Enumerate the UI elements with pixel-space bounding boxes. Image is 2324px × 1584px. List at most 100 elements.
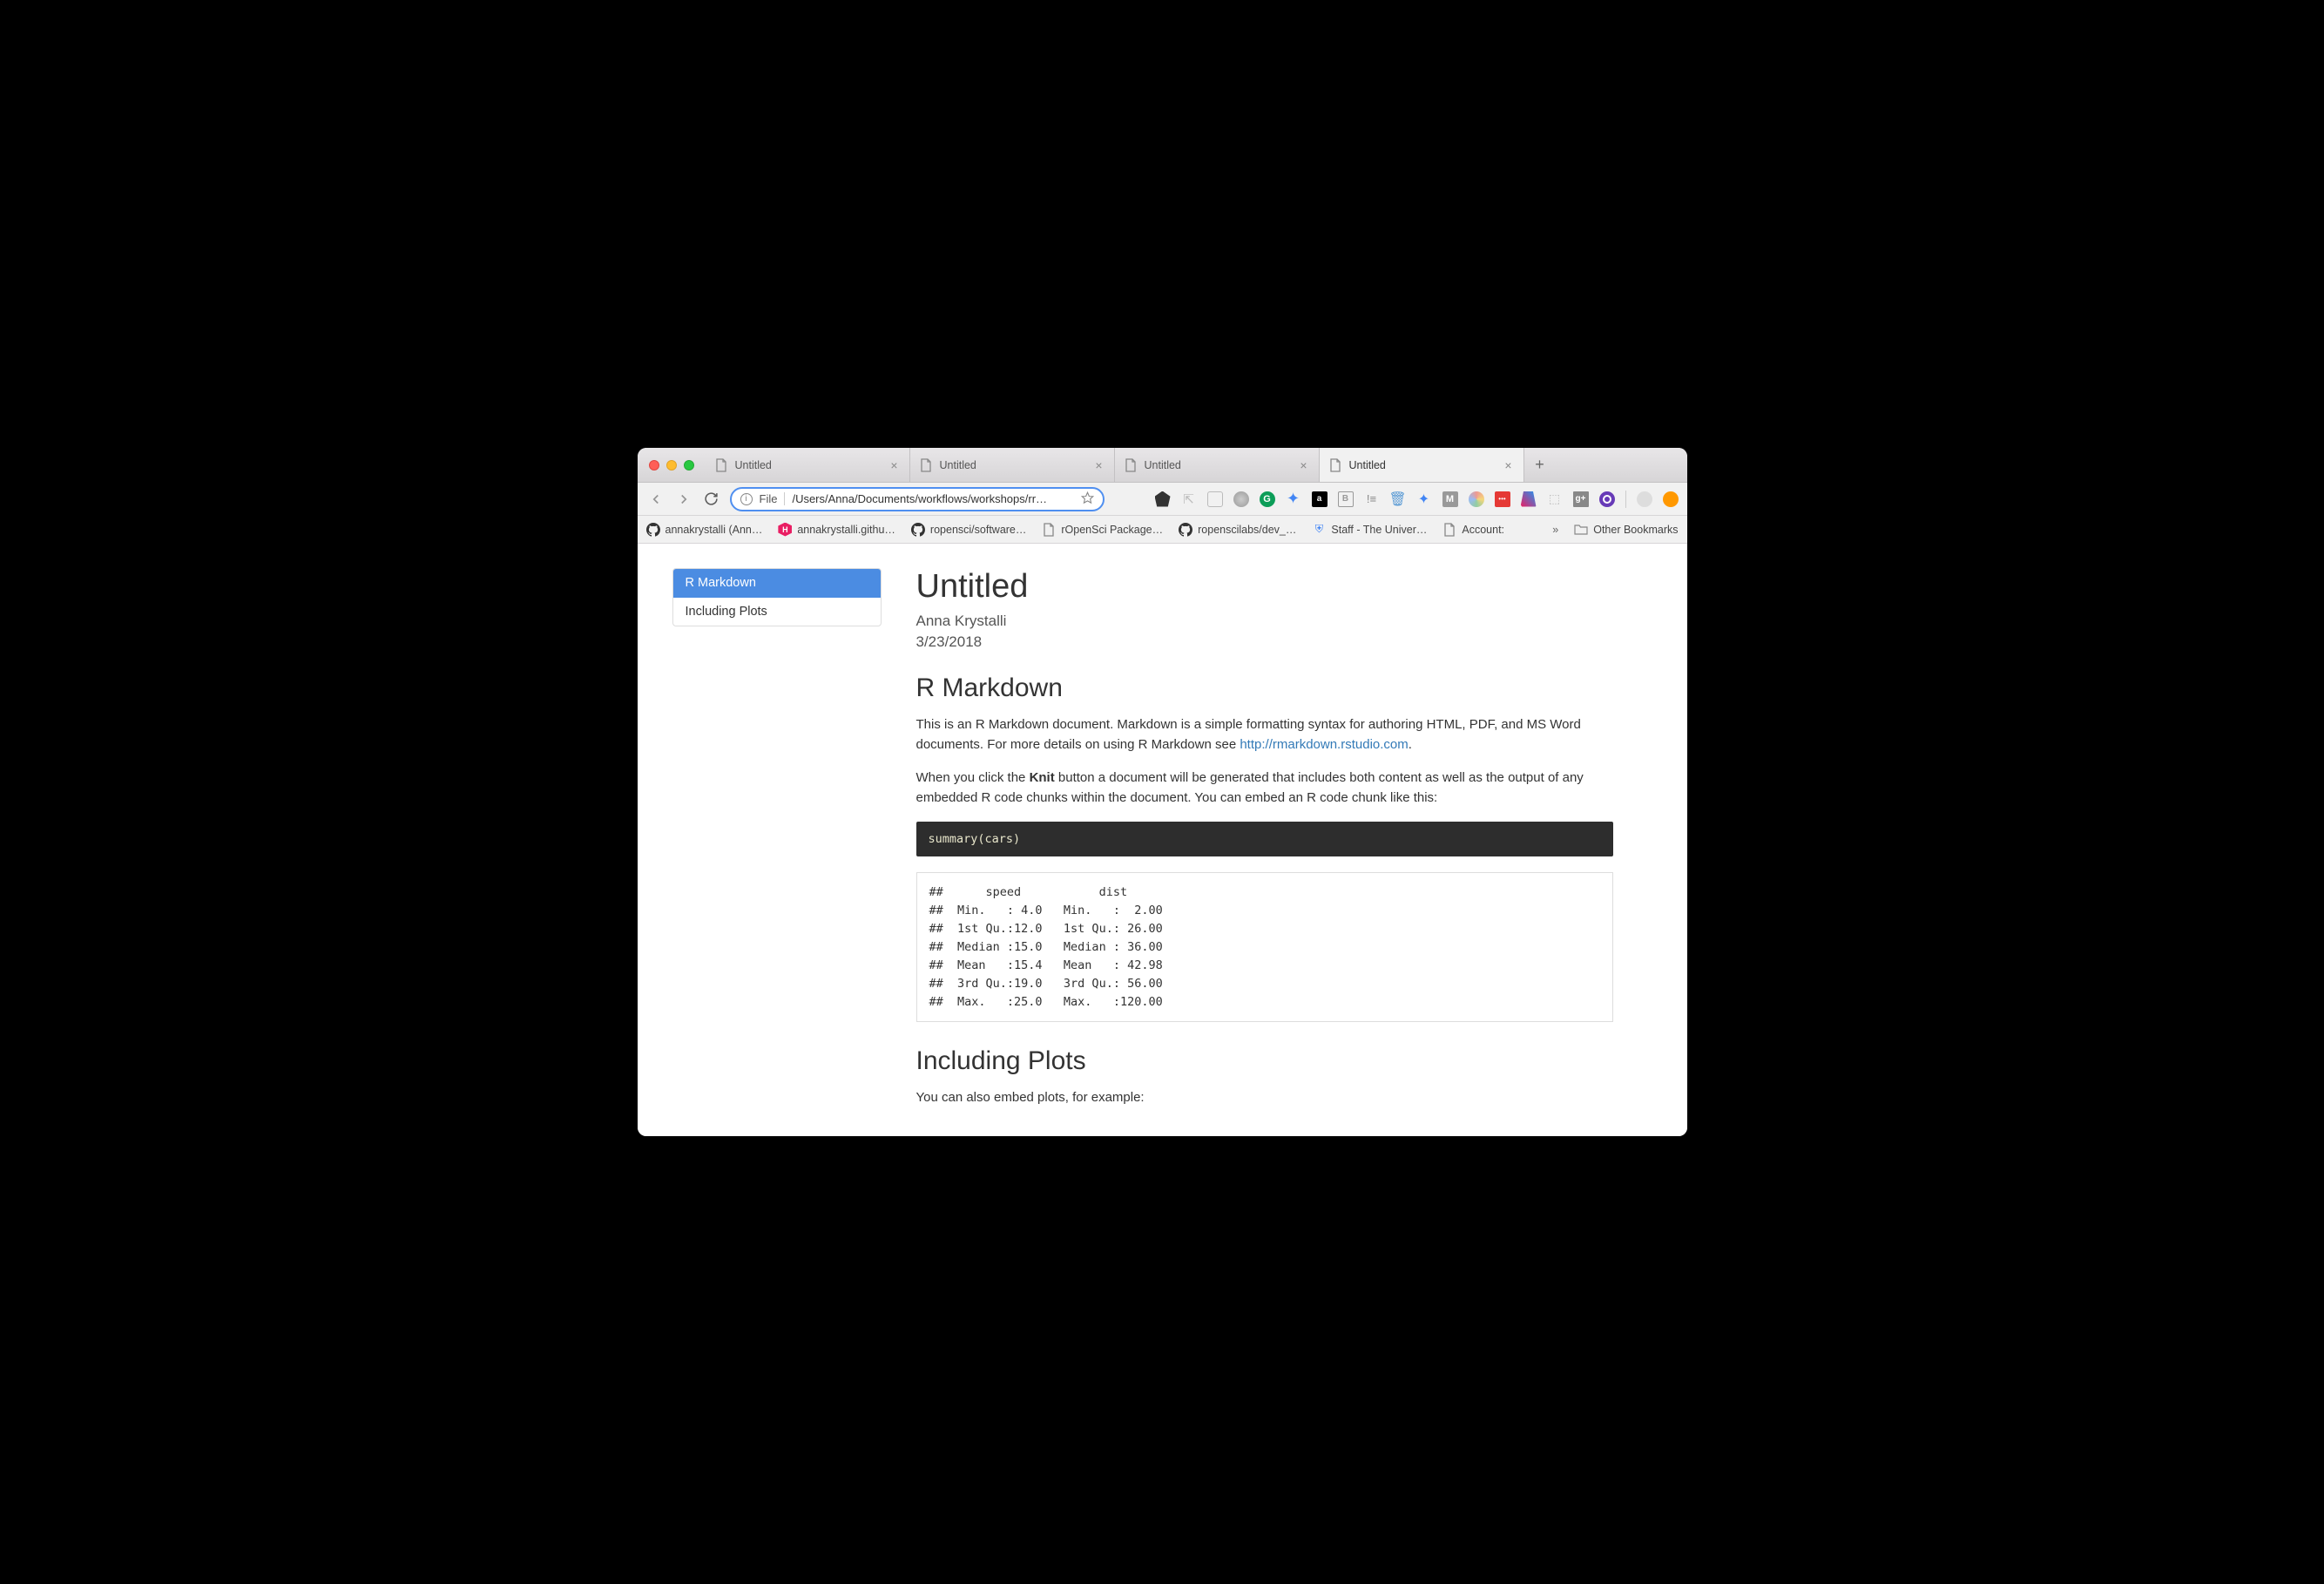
extension-icon[interactable] [1599,491,1615,507]
extension-icon[interactable]: B [1338,491,1354,507]
bookmark-label: Account: [1462,524,1504,536]
extension-icon[interactable]: G [1260,491,1275,507]
tab-0[interactable]: Untitled × [706,448,910,482]
bookmarks-overflow[interactable]: » [1552,524,1558,536]
paragraph: You can also embed plots, for example: [916,1088,1613,1108]
tab-1[interactable]: Untitled × [910,448,1115,482]
extension-icon[interactable]: ••• [1495,491,1510,507]
url-scheme: File [760,492,786,505]
bookmark-label: rOpenSci Package… [1061,524,1163,536]
heading-including-plots: Including Plots [916,1046,1613,1076]
extension-icons: ⇱ G ✦ a B !≡ 🗑 ✦ M ••• ⬚ g+ [1113,491,1679,508]
bookmark-label: annakrystalli.githu… [797,524,895,536]
info-icon[interactable]: i [740,493,753,505]
document-icon [919,458,933,472]
page-content: R Markdown Including Plots Untitled Anna… [638,544,1687,1136]
toc-sidebar: R Markdown Including Plots [672,568,882,1112]
extension-icon[interactable] [1521,491,1537,507]
document-icon [1042,523,1056,537]
extension-icon[interactable] [1469,491,1484,507]
close-icon[interactable]: × [888,459,901,471]
traffic-lights [638,460,706,470]
tab-title: Untitled [1145,459,1291,471]
hex-icon: H [778,523,792,537]
document-icon [1124,458,1138,472]
code-block: summary(cars) [916,822,1613,856]
github-icon [911,523,925,537]
bookmark-label: ropensci/software… [930,524,1026,536]
code: summary(cars) [929,832,1021,846]
maximize-window-button[interactable] [684,460,694,470]
url-path: /Users/Anna/Documents/workflows/workshop… [792,492,1073,505]
toc: R Markdown Including Plots [672,568,882,626]
extension-icon[interactable]: M [1442,491,1458,507]
extension-icon[interactable] [1155,491,1171,507]
document-icon [714,458,728,472]
extension-icon[interactable]: ⬚ [1547,491,1563,507]
tab-title: Untitled [735,459,882,471]
document-author: Anna Krystalli [916,613,1613,630]
bookmark-label: annakrystalli (Ann… [665,524,763,536]
address-bar[interactable]: i File /Users/Anna/Documents/workflows/w… [730,487,1105,511]
bookmark-item[interactable]: ropenscilabs/dev_… [1179,523,1296,537]
extension-icon[interactable]: a [1312,491,1328,507]
browser-window: Untitled × Untitled × Untitled × Untitle… [638,448,1687,1136]
forward-button[interactable] [674,490,693,509]
close-window-button[interactable] [649,460,659,470]
back-button[interactable] [646,490,665,509]
folder-icon [1574,523,1588,537]
document-title: Untitled [916,568,1613,606]
other-bookmarks[interactable]: Other Bookmarks [1574,523,1678,537]
bookmark-item[interactable]: ropensci/software… [911,523,1026,537]
tab-2[interactable]: Untitled × [1115,448,1320,482]
extension-icon[interactable]: ✦ [1286,491,1301,507]
text: . [1409,737,1412,752]
github-icon [1179,523,1192,537]
extension-icon[interactable]: 🗑 [1390,491,1406,507]
close-icon[interactable]: × [1298,459,1310,471]
extension-icon[interactable]: g+ [1573,491,1589,507]
text: When you click the [916,770,1030,785]
bold-text: Knit [1030,770,1055,785]
extension-icon[interactable]: ✦ [1416,491,1432,507]
tab-3[interactable]: Untitled × [1320,448,1524,482]
bookmark-item[interactable]: H annakrystalli.githu… [778,523,895,537]
heading-r-markdown: R Markdown [916,674,1613,703]
bookmark-item[interactable]: annakrystalli (Ann… [646,523,763,537]
document-body: Untitled Anna Krystalli 3/23/2018 R Mark… [916,568,1613,1112]
profile-icon[interactable] [1637,491,1652,507]
toc-item-including-plots[interactable]: Including Plots [673,598,881,626]
paragraph: This is an R Markdown document. Markdown… [916,715,1613,755]
shield-icon: ⛨ [1312,523,1326,537]
bookmark-label: Staff - The Univer… [1331,524,1427,536]
bookmark-item[interactable]: Account: [1442,523,1504,537]
extension-icon[interactable]: !≡ [1364,491,1380,507]
minimize-window-button[interactable] [666,460,677,470]
bookmark-item[interactable]: rOpenSci Package… [1042,523,1163,537]
bookmark-item[interactable]: ⛨ Staff - The Univer… [1312,523,1427,537]
bookmarks-bar: annakrystalli (Ann… H annakrystalli.gith… [638,516,1687,544]
reload-button[interactable] [702,490,721,509]
close-icon[interactable]: × [1503,459,1515,471]
close-icon[interactable]: × [1093,459,1105,471]
output-block: ## speed dist ## Min. : 4.0 Min. : 2.00 … [916,872,1613,1022]
extension-icon[interactable] [1663,491,1679,507]
paragraph: When you click the Knit button a documen… [916,768,1613,808]
tab-strip: Untitled × Untitled × Untitled × Untitle… [706,448,1687,482]
toolbar: i File /Users/Anna/Documents/workflows/w… [638,483,1687,516]
document-date: 3/23/2018 [916,633,1613,651]
extension-icon[interactable]: ⇱ [1181,491,1197,507]
titlebar: Untitled × Untitled × Untitled × Untitle… [638,448,1687,483]
link-rmarkdown[interactable]: http://rmarkdown.rstudio.com [1240,737,1408,752]
github-icon [646,523,660,537]
toc-item-r-markdown[interactable]: R Markdown [673,569,881,598]
other-bookmarks-label: Other Bookmarks [1593,524,1678,536]
extension-icon[interactable] [1233,491,1249,507]
separator [1625,491,1626,508]
star-icon[interactable] [1081,491,1094,507]
tab-title: Untitled [1349,459,1496,471]
new-tab-button[interactable]: + [1524,448,1556,482]
extension-icon[interactable] [1207,491,1223,507]
bookmark-label: ropenscilabs/dev_… [1198,524,1296,536]
document-icon [1442,523,1456,537]
